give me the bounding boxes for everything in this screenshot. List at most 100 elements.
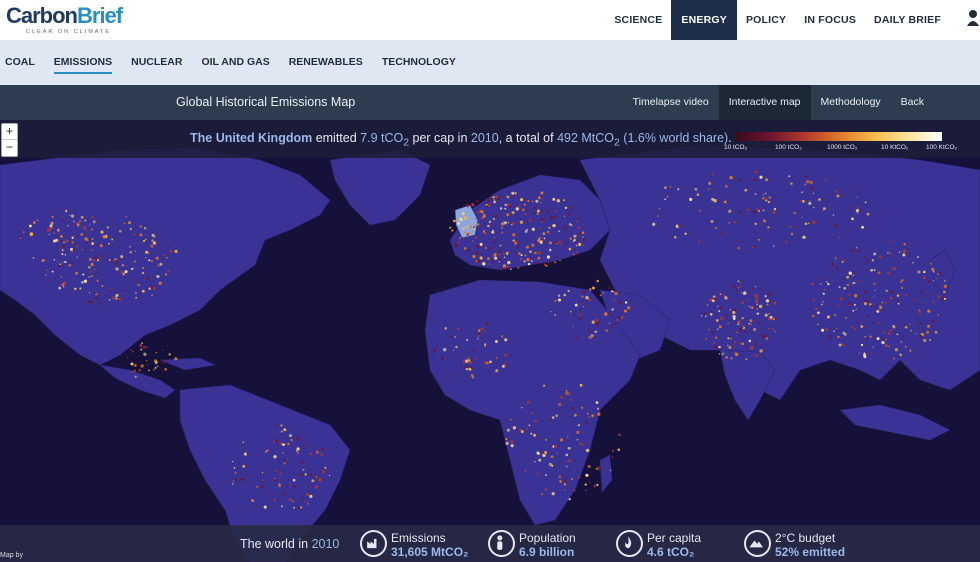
nav-in-focus[interactable]: IN FOCUS xyxy=(795,0,865,40)
nav-science[interactable]: SCIENCE xyxy=(605,0,671,40)
emission-dot xyxy=(539,240,543,244)
emission-dot xyxy=(578,442,582,445)
zoom-out-button[interactable]: − xyxy=(2,140,17,156)
emission-dot xyxy=(754,245,757,248)
emission-dot xyxy=(480,327,484,330)
emission-dot xyxy=(520,430,524,434)
link-back[interactable]: Back xyxy=(891,85,934,120)
emission-dot xyxy=(889,240,892,242)
emission-dot xyxy=(677,224,680,228)
emission-dot xyxy=(58,286,62,290)
emission-dot xyxy=(708,181,712,185)
emission-dot xyxy=(772,328,774,330)
emission-dot xyxy=(544,487,548,491)
emission-dot xyxy=(751,288,754,291)
emission-dot xyxy=(126,357,129,359)
emission-dot xyxy=(560,395,564,399)
emission-dot xyxy=(919,289,923,293)
emission-dot xyxy=(751,246,754,249)
emission-dot xyxy=(518,204,521,207)
subnav-emissions[interactable]: EMISSIONS xyxy=(53,56,113,74)
emission-dot xyxy=(74,287,77,291)
emission-dot xyxy=(724,196,726,198)
emission-dot xyxy=(455,345,458,349)
emission-dot xyxy=(814,307,818,311)
emission-dot xyxy=(917,270,921,274)
subnav-oil-and-gas[interactable]: OIL AND GAS xyxy=(201,56,269,74)
emission-dot xyxy=(865,337,868,341)
emission-dot xyxy=(587,465,591,468)
emission-dot xyxy=(932,280,935,282)
emission-dot xyxy=(818,198,821,201)
emission-dot xyxy=(900,341,903,343)
emission-dot xyxy=(545,474,547,476)
emission-dot xyxy=(518,398,521,401)
emission-dot xyxy=(315,450,319,454)
emission-dot xyxy=(737,246,741,250)
emission-dot xyxy=(652,222,656,226)
emission-dot xyxy=(885,289,888,292)
emission-dot xyxy=(715,336,718,339)
emission-dot xyxy=(114,258,118,261)
user-icon[interactable] xyxy=(966,9,980,27)
emission-dot xyxy=(728,221,731,224)
emission-dot xyxy=(531,200,534,203)
emission-dot xyxy=(526,400,531,404)
map-headline: The United Kingdom emitted 7.9 tCO2 per … xyxy=(190,131,732,149)
nav-policy[interactable]: POLICY xyxy=(737,0,795,40)
emission-dot xyxy=(550,215,554,219)
emission-dot xyxy=(575,337,578,339)
emission-dot xyxy=(304,473,307,476)
subnav-technology[interactable]: TECHNOLOGY xyxy=(382,56,456,74)
emission-dot xyxy=(520,254,523,257)
emission-dot xyxy=(537,424,539,426)
stats-lead: The world in 2010 xyxy=(240,537,339,551)
emission-dot xyxy=(750,306,754,309)
emission-dot xyxy=(60,239,63,243)
site-header: CarbonBrief CLEAR ON CLIMATE SCIENCE ENE… xyxy=(0,0,980,40)
emission-dot xyxy=(263,505,267,509)
emission-dot xyxy=(833,330,835,333)
emission-dot xyxy=(533,433,536,437)
emission-dot xyxy=(282,452,284,454)
emission-dot xyxy=(664,186,667,190)
headline-country[interactable]: The United Kingdom xyxy=(190,131,312,145)
emission-dot xyxy=(852,282,855,285)
emission-dot xyxy=(246,474,248,476)
emission-dot xyxy=(464,365,468,369)
world-map[interactable] xyxy=(0,120,980,562)
zoom-in-button[interactable]: + xyxy=(2,124,17,140)
emission-dot xyxy=(507,261,511,265)
emission-dot xyxy=(537,196,541,200)
emission-dot xyxy=(88,300,91,304)
carbonbrief-logo[interactable]: CarbonBrief CLEAR ON CLIMATE xyxy=(6,4,123,36)
emission-dot xyxy=(840,297,844,301)
emissions-map[interactable]: + − The United Kingdom emitted 7.9 tCO2 … xyxy=(0,120,980,562)
nav-energy[interactable]: ENERGY xyxy=(671,0,737,40)
link-timelapse-video[interactable]: Timelapse video xyxy=(623,85,719,120)
emission-dot xyxy=(873,269,876,272)
emission-dot xyxy=(596,279,599,283)
emission-dot xyxy=(495,369,499,373)
subnav-renewables[interactable]: RENEWABLES xyxy=(289,56,363,74)
nav-daily-brief[interactable]: DAILY BRIEF xyxy=(865,0,950,40)
emission-dot xyxy=(292,478,296,482)
emission-dot xyxy=(449,226,452,229)
emission-dot xyxy=(585,421,589,425)
subnav-coal[interactable]: COAL xyxy=(5,56,35,74)
emission-dot xyxy=(757,238,760,241)
emission-dot xyxy=(141,342,143,344)
emission-dot xyxy=(485,203,488,206)
link-methodology[interactable]: Methodology xyxy=(811,85,891,120)
link-interactive-map[interactable]: Interactive map xyxy=(718,85,811,120)
emission-dot xyxy=(737,280,740,283)
emission-dot xyxy=(709,312,713,316)
emission-dot xyxy=(748,305,751,308)
emission-dot xyxy=(537,251,542,255)
subnav-nuclear[interactable]: NUCLEAR xyxy=(131,56,182,74)
emission-dot xyxy=(887,331,891,336)
emission-dot xyxy=(546,255,550,259)
emission-dot xyxy=(705,315,707,317)
emission-dot xyxy=(732,310,736,315)
emission-dot xyxy=(65,239,69,243)
